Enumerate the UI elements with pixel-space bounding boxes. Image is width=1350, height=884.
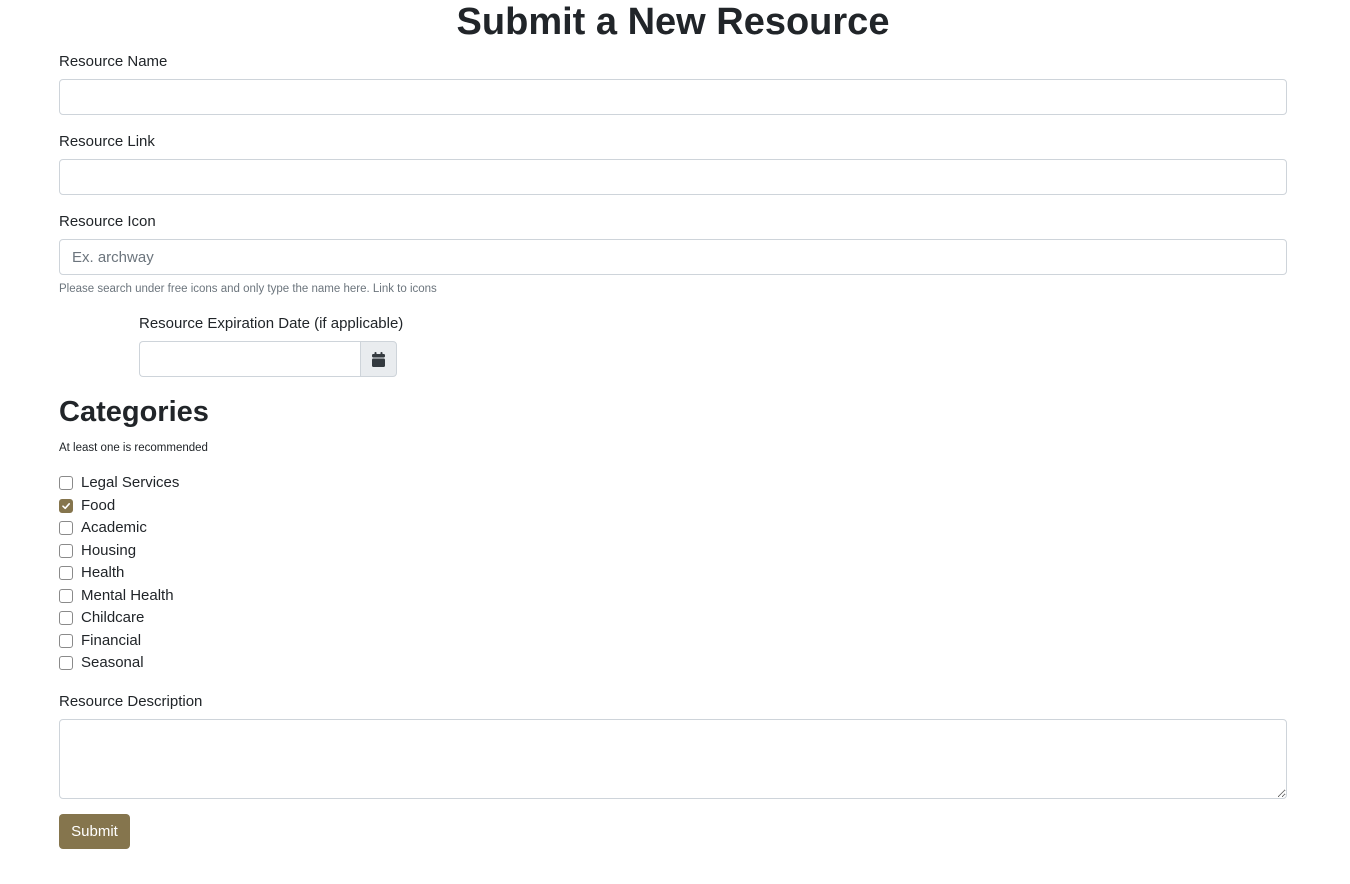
- categories-list: Legal Services Food Academic Housing Hea…: [59, 472, 179, 675]
- category-mental-health[interactable]: Mental Health: [59, 585, 179, 608]
- resource-icon-label: Resource Icon: [59, 213, 156, 230]
- resource-name-label: Resource Name: [59, 53, 168, 70]
- expiration-date-input[interactable]: [139, 341, 360, 377]
- category-label: Food: [81, 496, 116, 514]
- category-label: Health: [81, 564, 125, 582]
- categories-subtext: At least one is recommended: [59, 442, 208, 454]
- resource-link-input[interactable]: [59, 159, 1287, 195]
- expiration-date-group: [139, 341, 397, 377]
- checkbox[interactable]: [59, 498, 73, 513]
- category-childcare[interactable]: Childcare: [59, 607, 179, 630]
- resource-icon-input[interactable]: [59, 239, 1287, 275]
- resource-description-label: Resource Description: [59, 693, 203, 710]
- category-health[interactable]: Health: [59, 562, 179, 585]
- category-label: Seasonal: [81, 654, 144, 672]
- categories-heading: Categories: [59, 396, 209, 428]
- category-label: Financial: [81, 631, 142, 649]
- category-label: Housing: [81, 541, 137, 559]
- date-picker-button[interactable]: [360, 341, 397, 377]
- category-seasonal[interactable]: Seasonal: [59, 652, 179, 675]
- category-label: Mental Health: [81, 586, 174, 604]
- checkbox[interactable]: [59, 588, 73, 603]
- resource-name-input[interactable]: [59, 79, 1287, 115]
- checkbox[interactable]: [59, 566, 73, 581]
- category-label: Childcare: [81, 609, 145, 627]
- resource-icon-help-text: Please search under free icons and only …: [59, 283, 437, 295]
- category-food[interactable]: Food: [59, 495, 179, 518]
- checkbox[interactable]: [59, 476, 73, 491]
- calendar-icon: [372, 351, 385, 367]
- checkbox[interactable]: [59, 656, 73, 671]
- category-legal-services[interactable]: Legal Services: [59, 472, 179, 495]
- checkbox[interactable]: [59, 611, 73, 626]
- category-academic[interactable]: Academic: [59, 517, 179, 540]
- checkbox[interactable]: [59, 543, 73, 558]
- resource-form-page: Submit a New Resource Resource Name Reso…: [59, 0, 1287, 849]
- submit-button[interactable]: Submit: [59, 814, 130, 849]
- resource-link-label: Resource Link: [59, 133, 155, 150]
- checkmark-icon: [61, 501, 71, 511]
- resource-description-textarea[interactable]: [59, 719, 1287, 799]
- checkbox[interactable]: [59, 521, 73, 536]
- category-housing[interactable]: Housing: [59, 540, 179, 563]
- category-financial[interactable]: Financial: [59, 630, 179, 653]
- category-label: Legal Services: [81, 474, 180, 492]
- checkbox[interactable]: [59, 633, 73, 648]
- category-label: Academic: [81, 519, 147, 537]
- page-title: Submit a New Resource: [456, 1, 890, 43]
- expiration-date-label: Resource Expiration Date (if applicable): [139, 315, 404, 332]
